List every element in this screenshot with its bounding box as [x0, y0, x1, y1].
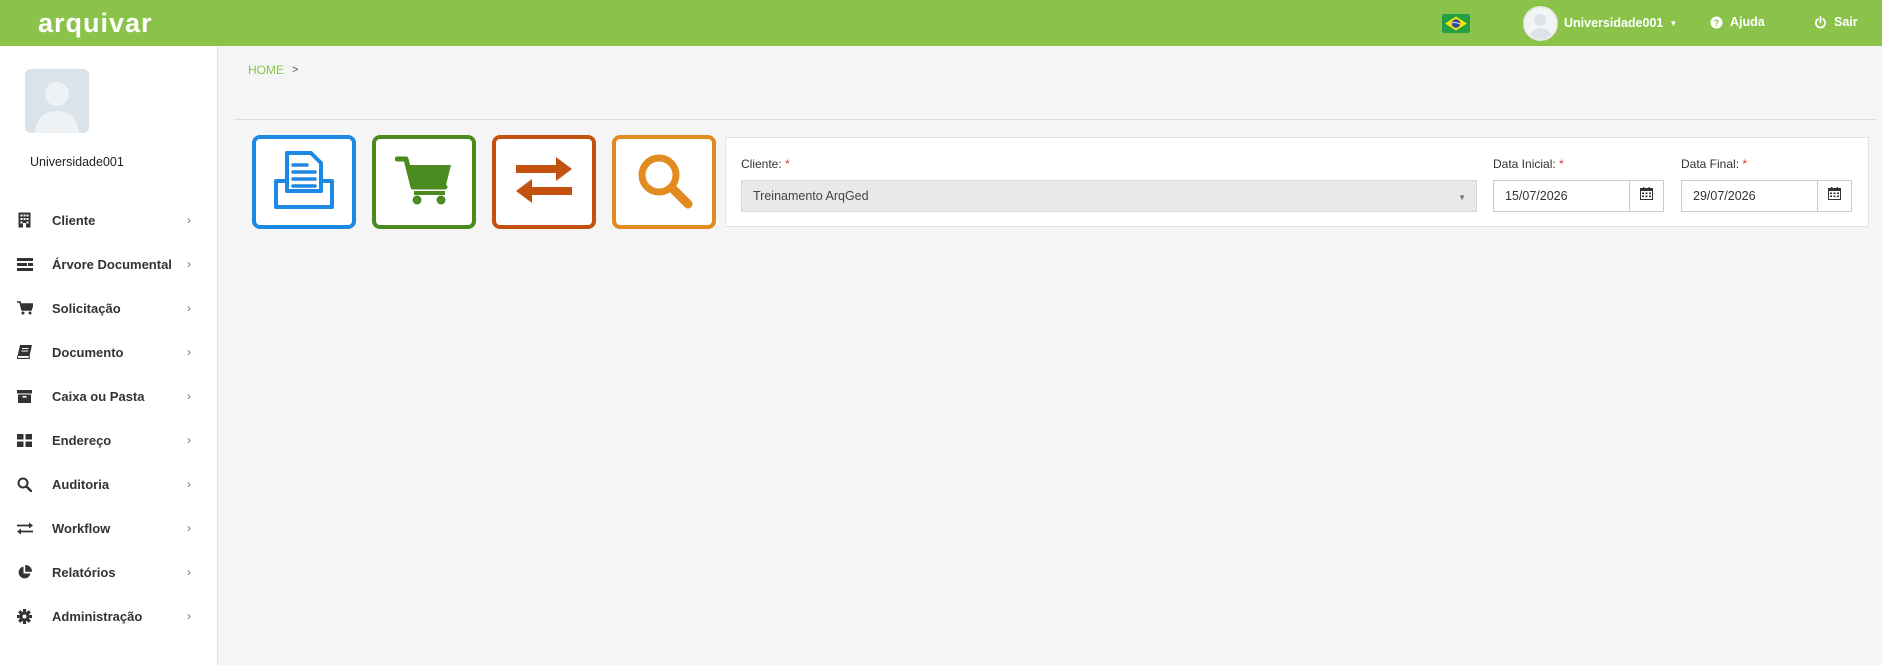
cart-icon: [16, 300, 33, 317]
breadcrumb-home[interactable]: HOME: [248, 63, 284, 77]
sidebar-item-label: Documento: [52, 344, 124, 360]
end-date-field: [1681, 180, 1852, 212]
chevron-right-icon: ›: [187, 477, 191, 491]
client-label-text: Cliente:: [741, 157, 782, 171]
sidebar-item-documento[interactable]: Documento ›: [0, 330, 217, 374]
cart-shortcut-button[interactable]: [372, 135, 476, 229]
chevron-right-icon: ›: [187, 213, 191, 227]
sidebar: Universidade001 Cliente › Árvore Documen…: [0, 46, 218, 665]
chevron-right-icon: ›: [187, 301, 191, 315]
sidebar-item-label: Solicitação: [52, 300, 121, 316]
client-select[interactable]: Treinamento ArqGed ▼: [741, 180, 1477, 212]
sidebar-item-arvore-documental[interactable]: Árvore Documental ›: [0, 242, 217, 286]
breadcrumb-separator: >: [292, 64, 299, 76]
calendar-icon: [1640, 187, 1653, 205]
building-icon: [16, 212, 33, 229]
exchange-icon: [16, 520, 33, 537]
user-menu[interactable]: Universidade001 ▼: [1523, 4, 1677, 42]
brazil-flag-icon[interactable]: [1442, 14, 1470, 33]
top-navbar: arquivar Universidade001 ▼ ? Ajuda Sair: [0, 0, 1882, 46]
profile-username: Universidade001: [30, 155, 124, 169]
gear-icon: [16, 608, 33, 625]
chevron-right-icon: ›: [187, 389, 191, 403]
start-date-calendar-button[interactable]: [1629, 181, 1663, 211]
end-date-label-text: Data Final:: [1681, 157, 1740, 171]
sidebar-item-label: Cliente: [52, 212, 96, 228]
client-label: Cliente: *: [741, 157, 790, 171]
question-circle-icon: ?: [1710, 16, 1723, 29]
sidebar-item-auditoria[interactable]: Auditoria ›: [0, 462, 217, 506]
filter-panel: Cliente: * Treinamento ArqGed ▼ Data Ini…: [725, 137, 1869, 227]
client-select-value: Treinamento ArqGed: [753, 189, 869, 203]
sidebar-item-administracao[interactable]: Administração ›: [0, 594, 217, 638]
start-date-label: Data Inicial: *: [1493, 157, 1564, 171]
transfer-shortcut-button[interactable]: [492, 135, 596, 229]
chevron-right-icon: ›: [187, 609, 191, 623]
sidebar-item-caixa-ou-pasta[interactable]: Caixa ou Pasta ›: [0, 374, 217, 418]
archive-box-icon: [16, 388, 33, 405]
magnifier-icon: [635, 151, 693, 214]
cart-icon: [394, 155, 453, 210]
user-avatar: [1523, 5, 1558, 41]
sidebar-item-cliente[interactable]: Cliente ›: [0, 198, 217, 242]
sidebar-menu: Cliente › Árvore Documental › Solicitaçã…: [0, 198, 217, 638]
content-divider: [234, 119, 1876, 120]
documents-shortcut-button[interactable]: [252, 135, 356, 229]
logout-label: Sair: [1834, 15, 1858, 29]
chevron-right-icon: ›: [187, 433, 191, 447]
pie-chart-icon: [16, 564, 33, 581]
chevron-right-icon: ›: [187, 521, 191, 535]
sidebar-item-relatorios[interactable]: Relatórios ›: [0, 550, 217, 594]
grid-icon: [16, 432, 33, 449]
logout-link[interactable]: Sair: [1814, 15, 1858, 29]
help-link[interactable]: ? Ajuda: [1710, 15, 1765, 29]
start-date-input[interactable]: [1494, 181, 1629, 211]
start-date-field: [1493, 180, 1664, 212]
chevron-right-icon: ›: [187, 257, 191, 271]
sidebar-item-label: Árvore Documental: [52, 256, 172, 272]
power-icon: [1814, 15, 1827, 29]
sidebar-item-workflow[interactable]: Workflow ›: [0, 506, 217, 550]
chevron-right-icon: ›: [187, 565, 191, 579]
required-mark: *: [785, 157, 790, 171]
caret-down-icon: ▼: [1458, 193, 1466, 202]
caret-down-icon: ▼: [1669, 18, 1678, 28]
sidebar-item-label: Endereço: [52, 432, 112, 448]
tree-list-icon: [16, 256, 33, 273]
required-mark: *: [1742, 157, 1748, 171]
search-shortcut-button[interactable]: [612, 135, 716, 229]
end-date-label: Data Final: *: [1681, 157, 1747, 171]
sidebar-item-label: Relatórios: [52, 564, 116, 580]
breadcrumb: HOME >: [248, 63, 298, 77]
app-logo[interactable]: arquivar: [38, 8, 153, 38]
transfer-arrows-icon: [514, 155, 574, 210]
sidebar-item-label: Auditoria: [52, 476, 110, 492]
sidebar-item-label: Administração: [52, 608, 143, 624]
sidebar-item-label: Workflow: [52, 520, 111, 536]
sidebar-item-label: Caixa ou Pasta: [52, 388, 145, 404]
end-date-calendar-button[interactable]: [1817, 181, 1851, 211]
svg-text:?: ?: [1714, 18, 1720, 28]
book-icon: [16, 344, 33, 361]
help-label: Ajuda: [1730, 15, 1765, 29]
chevron-right-icon: ›: [187, 345, 191, 359]
sidebar-item-endereco[interactable]: Endereço ›: [0, 418, 217, 462]
user-name: Universidade001: [1564, 16, 1664, 30]
search-icon: [16, 476, 33, 493]
sidebar-item-solicitacao[interactable]: Solicitação ›: [0, 286, 217, 330]
required-mark: *: [1559, 157, 1564, 171]
profile-avatar: [25, 69, 89, 133]
calendar-icon: [1828, 187, 1841, 205]
document-inbox-icon: [274, 150, 334, 214]
end-date-input[interactable]: [1682, 181, 1817, 211]
start-date-label-text: Data Inicial:: [1493, 157, 1556, 171]
